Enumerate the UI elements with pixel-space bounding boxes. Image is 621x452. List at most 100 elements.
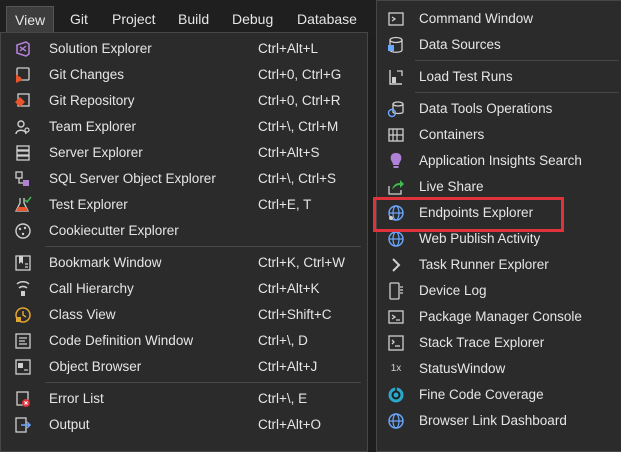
menu-item-label: SQL Server Object Explorer xyxy=(49,171,216,186)
menu-item-shortcut: Ctrl+Alt+K xyxy=(258,281,320,296)
menu-separator xyxy=(415,92,619,93)
view-menu: Solution Explorer Ctrl+Alt+L Git Changes… xyxy=(0,32,368,452)
package-manager-icon xyxy=(387,308,405,326)
menu-item-label: Cookiecutter Explorer xyxy=(49,223,179,238)
code-coverage-icon xyxy=(387,386,405,404)
call-hierarchy-icon xyxy=(14,280,32,298)
menu-item-stack-trace-explorer[interactable]: Stack Trace Explorer xyxy=(377,330,621,356)
menu-item-label: Server Explorer xyxy=(49,145,143,160)
menu-item-class-view[interactable]: Class View Ctrl+Shift+C xyxy=(1,302,367,328)
git-changes-icon xyxy=(14,66,32,84)
menu-item-label: Application Insights Search xyxy=(419,153,582,168)
menu-item-label: StatusWindow xyxy=(419,361,506,376)
menu-item-code-definition-window[interactable]: Code Definition Window Ctrl+\, D xyxy=(1,328,367,354)
menu-item-cookiecutter-explorer[interactable]: Cookiecutter Explorer xyxy=(1,218,367,244)
menu-debug[interactable]: Debug xyxy=(224,7,281,31)
menu-git[interactable]: Git xyxy=(62,7,96,31)
data-sources-icon xyxy=(387,36,405,54)
status-window-icon: 1x xyxy=(390,363,402,374)
app-insights-icon xyxy=(387,152,405,170)
menu-item-fine-code-coverage[interactable]: Fine Code Coverage xyxy=(377,382,621,408)
team-explorer-icon xyxy=(14,118,32,136)
menu-item-command-window[interactable]: Command Window xyxy=(377,6,621,32)
bookmark-icon xyxy=(14,254,32,272)
menu-build[interactable]: Build xyxy=(170,7,217,31)
menu-item-shortcut: Ctrl+Alt+S xyxy=(258,145,320,160)
menu-item-git-changes[interactable]: Git Changes Ctrl+0, Ctrl+G xyxy=(1,62,367,88)
menu-item-label: Load Test Runs xyxy=(419,69,513,84)
menu-project[interactable]: Project xyxy=(104,7,164,31)
menu-item-browser-link-dashboard[interactable]: Browser Link Dashboard xyxy=(377,408,621,434)
browser-link-icon xyxy=(387,412,405,430)
menu-item-label: Code Definition Window xyxy=(49,333,194,348)
load-test-icon xyxy=(387,68,405,86)
menu-item-object-browser[interactable]: Object Browser Ctrl+Alt+J xyxy=(1,354,367,380)
menu-item-shortcut: Ctrl+Alt+L xyxy=(258,41,319,56)
menu-item-label: Solution Explorer xyxy=(49,41,152,56)
menu-item-bookmark-window[interactable]: Bookmark Window Ctrl+K, Ctrl+W xyxy=(1,250,367,276)
menu-item-label: Package Manager Console xyxy=(419,309,582,324)
menu-item-status-window[interactable]: 1x StatusWindow xyxy=(377,356,621,382)
menu-item-shortcut: Ctrl+E, T xyxy=(258,197,312,212)
menu-item-shortcut: Ctrl+K, Ctrl+W xyxy=(258,255,346,270)
endpoints-globe-icon xyxy=(387,204,405,222)
menu-item-server-explorer[interactable]: Server Explorer Ctrl+Alt+S xyxy=(1,140,367,166)
live-share-icon xyxy=(387,178,405,196)
menu-item-label: Bookmark Window xyxy=(49,255,162,270)
cookiecutter-icon xyxy=(14,222,32,240)
menu-item-solution-explorer[interactable]: Solution Explorer Ctrl+Alt+L xyxy=(1,36,367,62)
menu-item-error-list[interactable]: Error List Ctrl+\, E xyxy=(1,386,367,412)
menu-item-endpoints-explorer[interactable]: Endpoints Explorer xyxy=(377,200,621,226)
task-runner-icon xyxy=(387,256,405,274)
menu-item-data-sources[interactable]: Data Sources xyxy=(377,32,621,58)
menu-item-web-publish-activity[interactable]: Web Publish Activity xyxy=(377,226,621,252)
git-repository-icon xyxy=(14,92,32,110)
menu-item-data-tools-operations[interactable]: Data Tools Operations xyxy=(377,96,621,122)
menu-item-label: Live Share xyxy=(419,179,484,194)
menu-view[interactable]: View xyxy=(6,6,55,33)
menu-item-live-share[interactable]: Live Share xyxy=(377,174,621,200)
menu-item-label: Git Changes xyxy=(49,67,125,82)
menu-item-label: Browser Link Dashboard xyxy=(419,413,567,428)
containers-icon xyxy=(387,126,405,144)
menu-separator xyxy=(45,246,361,247)
menu-item-label: Call Hierarchy xyxy=(49,281,134,296)
menu-database[interactable]: Database xyxy=(289,7,365,31)
menu-item-device-log[interactable]: Device Log xyxy=(377,278,621,304)
other-windows-submenu: Command Window Data Sources Load Test Ru… xyxy=(376,0,621,452)
menu-item-label: Data Sources xyxy=(419,37,501,52)
menu-item-sql-server-object-explorer[interactable]: SQL Server Object Explorer Ctrl+\, Ctrl+… xyxy=(1,166,367,192)
menu-item-label: Data Tools Operations xyxy=(419,101,553,116)
menu-item-label: Output xyxy=(49,417,90,432)
menu-item-shortcut: Ctrl+Alt+O xyxy=(258,417,322,432)
class-view-icon xyxy=(14,306,32,324)
menu-item-containers[interactable]: Containers xyxy=(377,122,621,148)
device-log-icon xyxy=(387,282,405,300)
menu-item-shortcut: Ctrl+\, E xyxy=(258,391,308,406)
menu-item-git-repository[interactable]: Git Repository Ctrl+0, Ctrl+R xyxy=(1,88,367,114)
menu-separator xyxy=(45,382,361,383)
menu-item-label: Git Repository xyxy=(49,93,135,108)
menu-item-label: Stack Trace Explorer xyxy=(419,335,545,350)
menu-item-label: Object Browser xyxy=(49,359,142,374)
menu-item-load-test-runs[interactable]: Load Test Runs xyxy=(377,64,621,90)
menu-item-application-insights-search[interactable]: Application Insights Search xyxy=(377,148,621,174)
menu-item-shortcut: Ctrl+\, D xyxy=(258,333,308,348)
menu-item-test-explorer[interactable]: Test Explorer Ctrl+E, T xyxy=(1,192,367,218)
command-window-icon xyxy=(387,10,405,28)
menu-item-shortcut: Ctrl+0, Ctrl+R xyxy=(258,93,341,108)
menu-item-output[interactable]: Output Ctrl+Alt+O xyxy=(1,412,367,438)
menu-item-package-manager-console[interactable]: Package Manager Console xyxy=(377,304,621,330)
data-tools-icon xyxy=(387,100,405,118)
menu-item-team-explorer[interactable]: Team Explorer Ctrl+\, Ctrl+M xyxy=(1,114,367,140)
menu-item-shortcut: Ctrl+\, Ctrl+S xyxy=(258,171,337,186)
menu-item-label: Containers xyxy=(419,127,485,142)
menu-separator xyxy=(415,60,619,61)
menu-item-call-hierarchy[interactable]: Call Hierarchy Ctrl+Alt+K xyxy=(1,276,367,302)
menu-item-shortcut: Ctrl+\, Ctrl+M xyxy=(258,119,339,134)
menu-item-task-runner-explorer[interactable]: Task Runner Explorer xyxy=(377,252,621,278)
test-explorer-icon xyxy=(14,196,32,214)
menu-item-label: Test Explorer xyxy=(49,197,128,212)
web-publish-icon xyxy=(387,230,405,248)
menu-item-label: Command Window xyxy=(419,11,534,26)
